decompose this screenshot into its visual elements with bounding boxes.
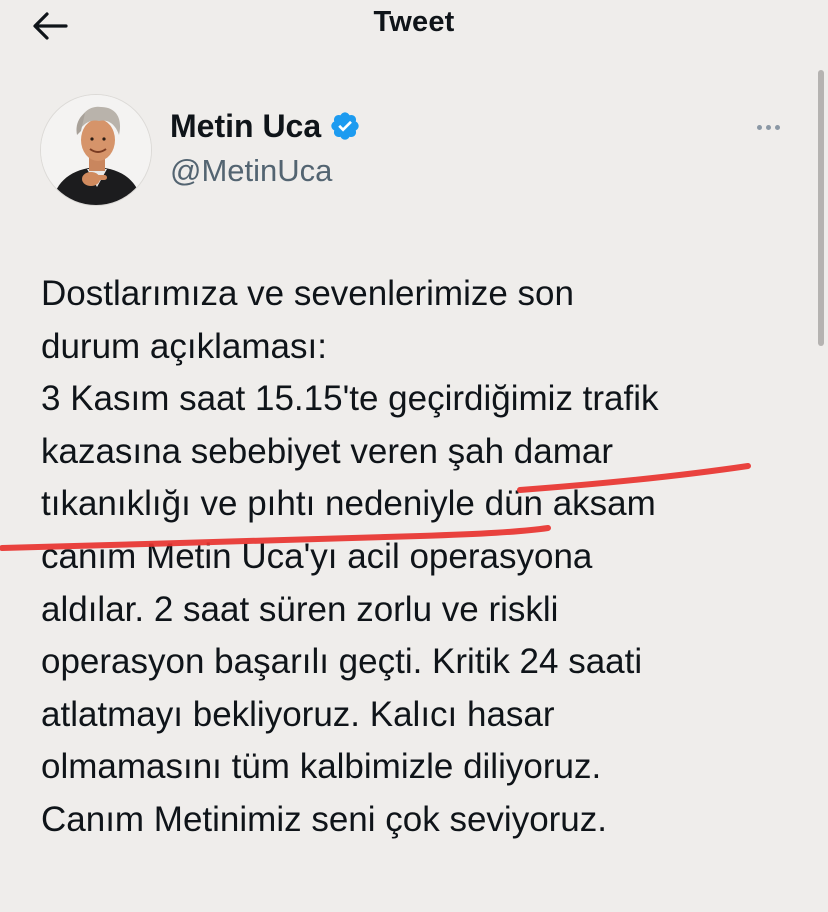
tweet-line: Dostlarımıza ve sevenlerimize son — [41, 274, 574, 313]
author-handle[interactable]: @MetinUca — [170, 153, 332, 189]
tweet-line: operasyon başarılı geçti. Kritik 24 saat… — [41, 642, 643, 682]
author-name-row: Metin Uca — [170, 104, 361, 148]
tweet-line: durum açıklaması: — [41, 326, 327, 366]
more-options-icon — [756, 124, 762, 130]
tweet-line: aldılar. 2 saat süren zorlu ve riskli — [41, 589, 559, 629]
verified-badge-icon — [329, 110, 361, 142]
tweet-line: Canım Metinimiz seni çok seviyoruz. — [41, 799, 607, 839]
author-display-name[interactable]: Metin Uca — [170, 108, 321, 145]
tweet-line: 3 Kasım saat 15.15'te geçirdiğimiz trafi… — [41, 379, 659, 419]
top-bar: Tweet — [0, 0, 828, 52]
tweet-line: kazasına sebebiyet veren şah damar — [41, 431, 613, 471]
tweet-line: canım Metin Uca'yı acil operasyona — [41, 536, 593, 576]
more-options-icon — [774, 124, 780, 130]
avatar[interactable] — [40, 94, 152, 206]
more-options-icon — [765, 124, 771, 130]
page-title: Tweet — [373, 6, 455, 38]
avatar-portrait — [41, 95, 151, 205]
tweet-text: Dostlarımıza ve sevenlerimize son durum … — [41, 268, 811, 847]
tweet-line: atlatmayı bekliyoruz. Kalıcı hasar — [41, 694, 555, 734]
more-options-button[interactable] — [748, 112, 788, 142]
scrollbar[interactable] — [818, 70, 824, 346]
tweet-line: olmamasını tüm kalbimizle diliyoruz. — [41, 747, 602, 787]
tweet-line: tıkanıklığı ve pıhtı nedeniyle dün aksam — [41, 484, 656, 524]
